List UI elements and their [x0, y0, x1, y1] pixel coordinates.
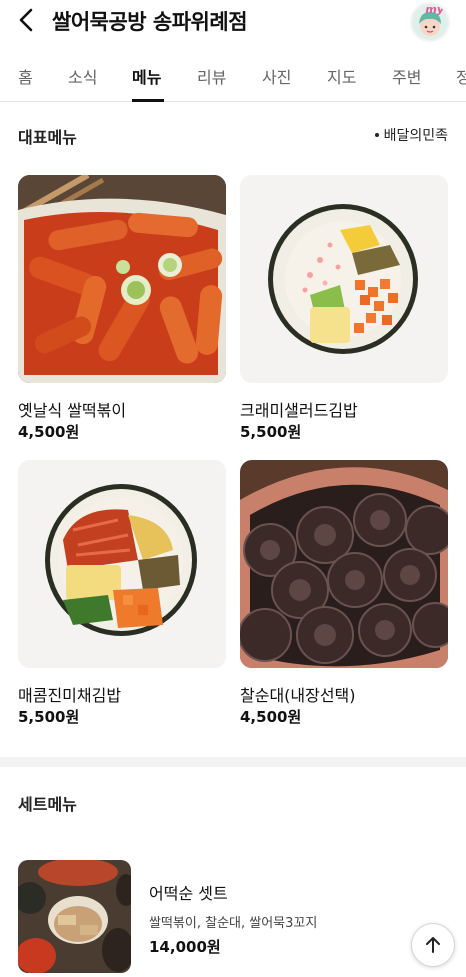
main-menu-title: 대표메뉴 — [18, 128, 77, 147]
tab-info[interactable]: 정 — [456, 64, 466, 88]
set-menu-price: 14,000원 — [149, 938, 221, 956]
scroll-top-button[interactable] — [411, 923, 455, 967]
page-title: 쌀어묵공방 송파위례점 — [52, 10, 248, 34]
tab-map[interactable]: 지도 — [327, 64, 356, 88]
menu-item-photo — [18, 175, 226, 383]
menu-item-price: 5,500원 — [18, 708, 80, 726]
menu-item-photo — [240, 460, 448, 668]
set-menu-name: 어떡순 셋트 — [149, 884, 228, 903]
section-divider — [0, 757, 466, 767]
menu-item-name: 찰순대(내장선택) — [240, 686, 356, 705]
menu-item-photo — [240, 175, 448, 383]
tab-menu[interactable]: 메뉴 — [132, 64, 161, 88]
back-button[interactable] — [12, 5, 42, 35]
menu-item-card[interactable]: 찰순대(내장선택) 4,500원 — [240, 460, 448, 726]
menu-item-card[interactable]: 매콤진미채김밥 5,500원 — [18, 460, 226, 726]
arrow-up-icon — [426, 937, 440, 953]
chevron-left-icon — [19, 8, 33, 32]
tab-bar: 홈 소식 메뉴 리뷰 사진 지도 주변 정 — [0, 52, 466, 102]
menu-item-price: 4,500원 — [18, 423, 80, 441]
menu-item-name: 크래미샐러드김밥 — [240, 401, 358, 420]
menu-item-price: 5,500원 — [240, 423, 302, 441]
header: 쌀어묵공방 송파위례점 my — [0, 0, 466, 44]
bullet-icon — [374, 133, 379, 137]
menu-item-card[interactable]: 옛날식 쌀떡볶이 4,500원 — [18, 175, 226, 441]
menu-item-card[interactable]: 크래미샐러드김밥 5,500원 — [240, 175, 448, 441]
menu-source[interactable]: 배달의민족 — [374, 125, 448, 145]
menu-source-label: 배달의민족 — [383, 128, 448, 144]
set-menu-title: 세트메뉴 — [18, 795, 77, 814]
menu-item-photo — [18, 460, 226, 668]
set-menu-description: 쌀떡볶이, 찰순대, 쌀어묵3꼬지 — [149, 916, 318, 931]
tab-news[interactable]: 소식 — [68, 64, 97, 88]
tab-review[interactable]: 리뷰 — [197, 64, 226, 88]
menu-item-price: 4,500원 — [240, 708, 302, 726]
set-menu-photo — [18, 860, 131, 973]
menu-item-name: 매콤진미채김밥 — [18, 686, 122, 705]
my-profile-button[interactable]: my — [410, 2, 450, 42]
my-badge: my — [425, 3, 444, 16]
tab-photo[interactable]: 사진 — [262, 64, 291, 88]
tab-nearby[interactable]: 주변 — [392, 64, 421, 88]
menu-item-name: 옛날식 쌀떡볶이 — [18, 401, 127, 420]
active-tab-indicator — [132, 99, 164, 102]
tab-home[interactable]: 홈 — [18, 64, 33, 88]
set-menu-item[interactable]: 어떡순 셋트 쌀떡볶이, 찰순대, 쌀어묵3꼬지 14,000원 — [18, 860, 458, 973]
